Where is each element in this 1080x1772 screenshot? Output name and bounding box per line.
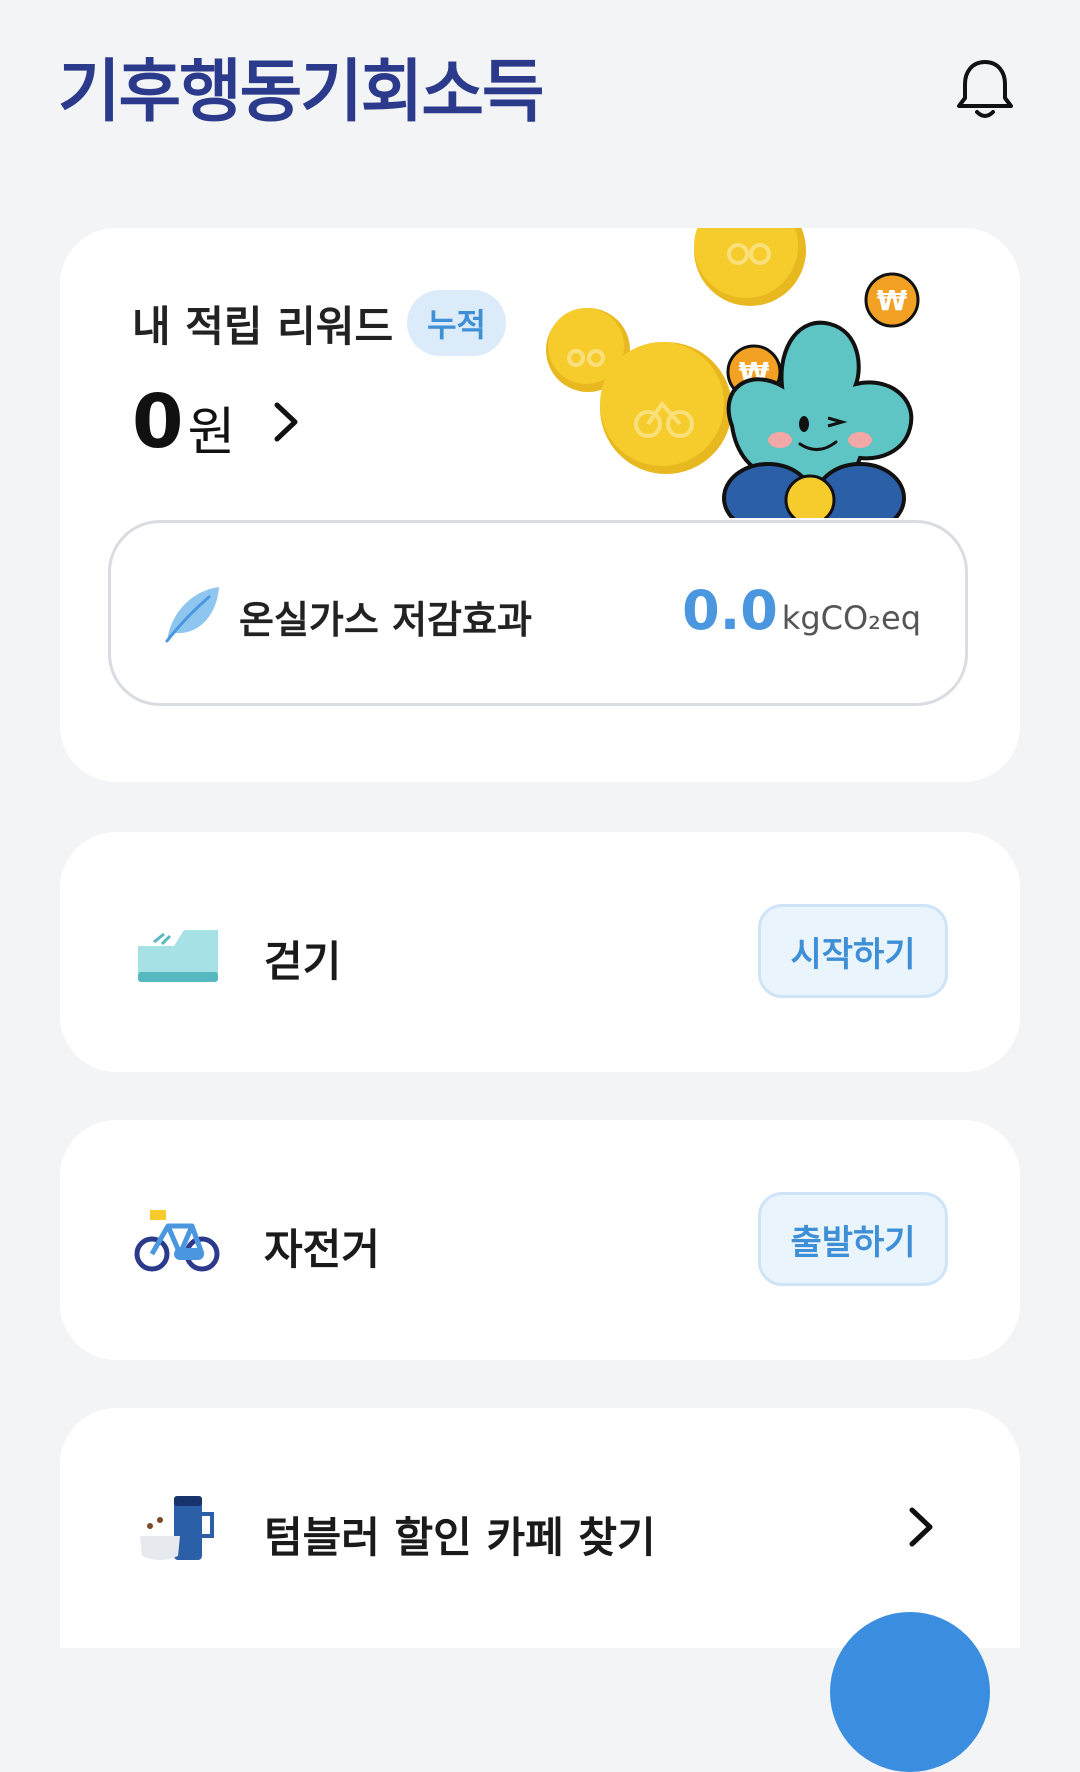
bicycle-label: 자전거 — [264, 1225, 380, 1274]
chevron-right-icon[interactable] — [906, 1504, 936, 1550]
sneaker-icon — [138, 930, 218, 982]
reward-amount: 0 — [132, 378, 184, 465]
ghg-value-wrap: 0.0 kgCO₂eq — [682, 579, 921, 642]
ghg-value: 0.0 — [682, 579, 778, 642]
tumbler-icon — [140, 1496, 214, 1560]
reward-amount-link[interactable]: 0 원 — [132, 378, 301, 465]
start-riding-button[interactable]: 출발하기 — [758, 1192, 948, 1286]
app-logo: 기후행동기회소득 — [58, 53, 544, 132]
tumbler-cafe-label: 텀블러 할인 카페 찾기 — [264, 1513, 656, 1562]
walking-label: 걷기 — [264, 937, 342, 986]
mascot-coins-illustration: ₩ ₩ — [546, 228, 920, 518]
app-header: 기후행동기회소득 — [0, 0, 1080, 180]
walking-card: 걷기 시작하기 — [60, 832, 1020, 1072]
chevron-right-icon — [274, 402, 298, 441]
reward-title-row: 내 적립 리워드 누적 — [132, 290, 506, 356]
tumbler-cafe-card[interactable]: 텀블러 할인 카페 찾기 — [60, 1408, 1020, 1648]
svg-text:₩: ₩ — [877, 284, 908, 317]
start-walking-button[interactable]: 시작하기 — [758, 904, 948, 998]
ghg-unit: kgCO₂eq — [781, 599, 921, 637]
bicycle-icon — [134, 1210, 220, 1272]
reward-title: 내 적립 리워드 — [132, 301, 394, 351]
bicycle-card: 자전거 출발하기 — [60, 1120, 1020, 1360]
reward-card: 내 적립 리워드 누적 0 원 ₩ ₩ 온실가스 저감효과 0.0 kgCO₂e… — [60, 228, 1020, 782]
leaf-icon — [165, 587, 219, 643]
ghg-reduction-box: 온실가스 저감효과 0.0 kgCO₂eq — [108, 520, 968, 706]
cumulative-badge: 누적 — [407, 290, 506, 356]
floating-action-button[interactable] — [830, 1612, 990, 1772]
reward-unit: 원 — [187, 403, 236, 463]
ghg-label: 온실가스 저감효과 — [239, 598, 532, 642]
bell-icon[interactable] — [950, 54, 1020, 124]
